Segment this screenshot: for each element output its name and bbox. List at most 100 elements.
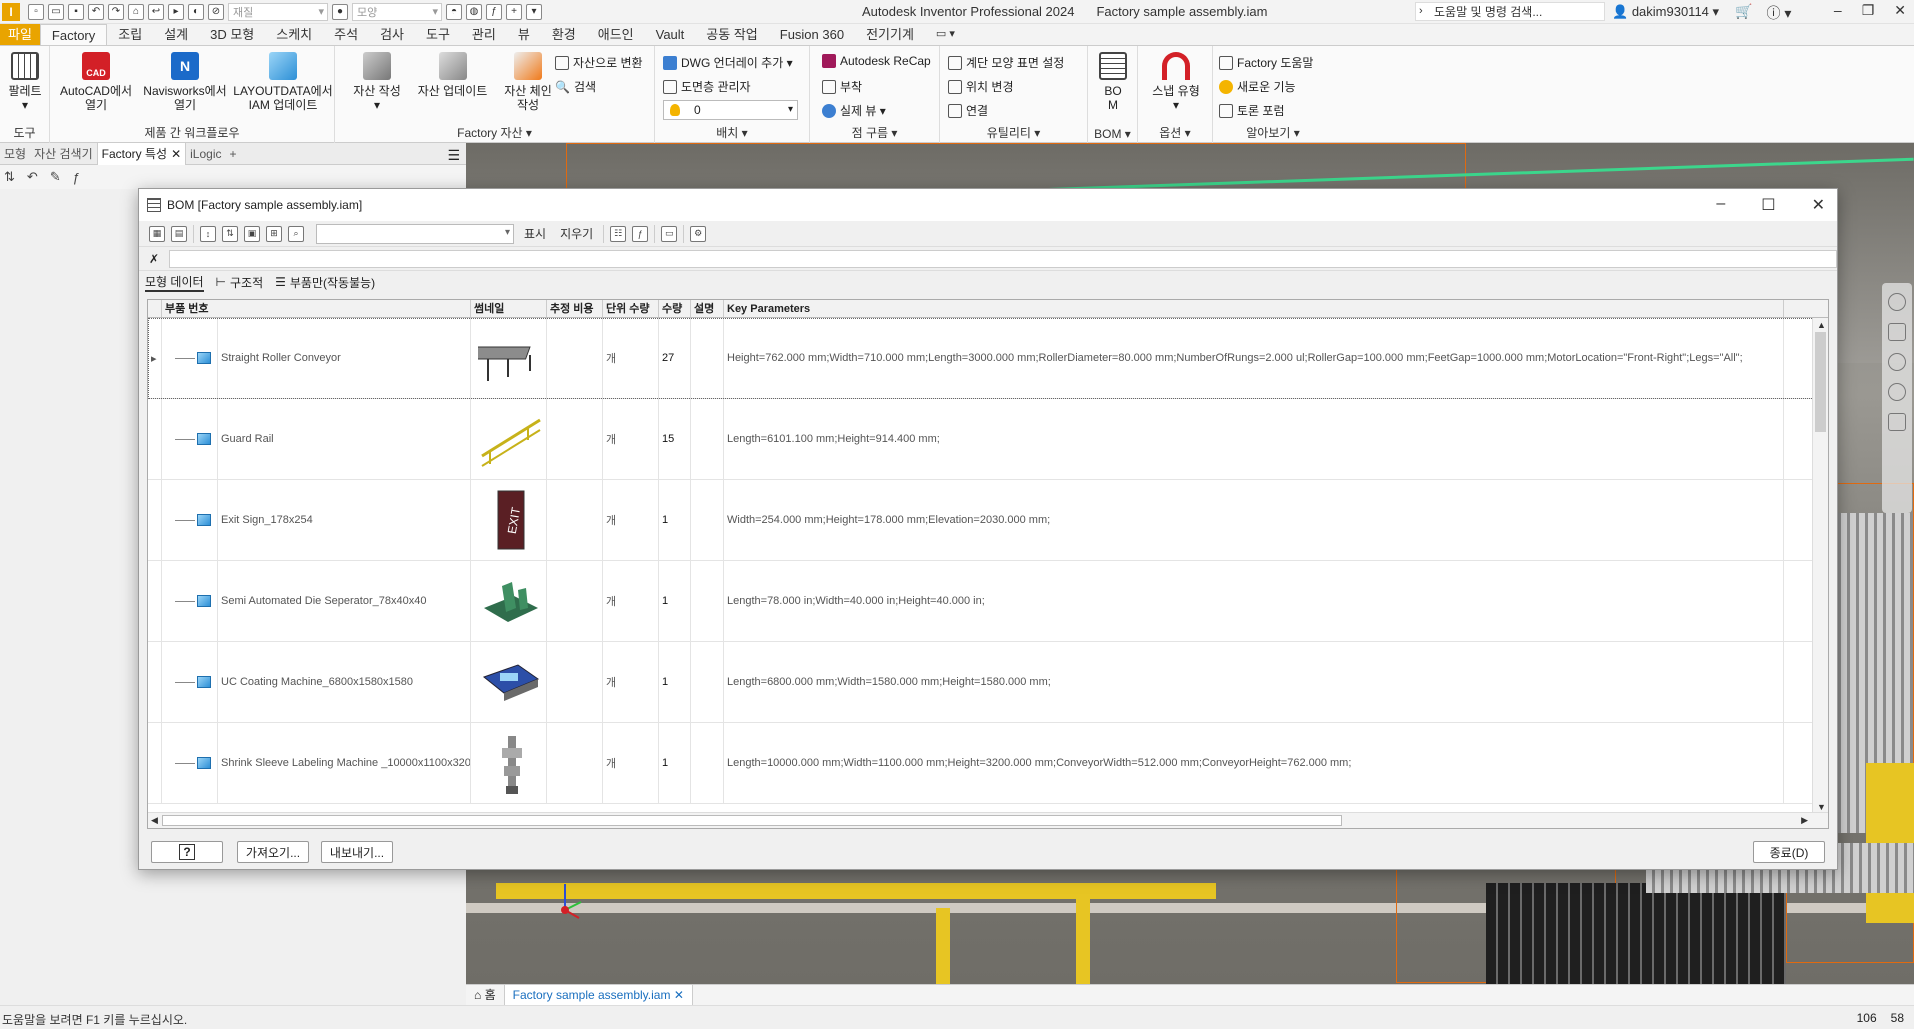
appearance-icon[interactable]: ◐ [188, 3, 204, 20]
browser-tab-ilogic[interactable]: iLogic [186, 143, 225, 165]
maximize-icon[interactable]: ☐ [1761, 195, 1775, 215]
description-cell[interactable] [691, 561, 724, 641]
key-parameters-cell[interactable]: Length=10000.000 mm;Width=1100.000 mm;He… [724, 723, 1784, 803]
pan-icon[interactable] [1888, 323, 1906, 341]
recap-button[interactable]: Autodesk ReCap [822, 54, 931, 68]
tree-node[interactable] [162, 480, 218, 560]
unit-qty-cell[interactable]: 개 [603, 561, 659, 641]
tab-15[interactable]: Fusion 360 [769, 24, 855, 45]
customize-icon[interactable]: ▾ [526, 3, 542, 20]
tab-11[interactable]: 환경 [541, 24, 587, 45]
add-icon[interactable]: + [506, 3, 522, 20]
key-parameters-cell[interactable]: Length=78.000 in;Width=40.000 in;Height=… [724, 561, 1784, 641]
clear-button[interactable]: 지우기 [560, 225, 593, 242]
dwg-underlay-button[interactable]: DWG 언더레이 추가 ▾ [663, 54, 793, 71]
view-filter-combo[interactable] [316, 223, 514, 244]
add-custom-icon[interactable]: ▣ [244, 225, 260, 242]
add-tab-icon[interactable]: + [226, 143, 241, 165]
settings-gear-icon[interactable]: ⚙ [690, 225, 707, 242]
part-number-icon[interactable]: ▤ [171, 225, 187, 242]
close-icon[interactable]: ✕ [171, 147, 181, 161]
row-selector[interactable] [148, 723, 162, 803]
stair-surface-button[interactable]: 계단 모양 표면 설정 [948, 54, 1064, 71]
sort-icon[interactable]: ↕ [200, 225, 216, 242]
scroll-down-icon[interactable]: ▼ [1817, 802, 1826, 812]
tab-13[interactable]: Vault [645, 24, 696, 45]
look-at-icon[interactable] [1888, 413, 1906, 431]
row-selector[interactable] [148, 399, 162, 479]
scroll-left-icon[interactable]: ◀ [151, 815, 158, 826]
material-combo[interactable]: 재질 ▾ [228, 2, 328, 21]
unit-qty-cell[interactable]: 개 [603, 642, 659, 722]
cart-icon[interactable]: 🛒 [1735, 3, 1752, 23]
orbit-icon[interactable] [1888, 383, 1906, 401]
tab-10[interactable]: 뷰 [507, 24, 541, 45]
unit-qty-cell[interactable]: 개 [603, 480, 659, 560]
tab-16[interactable]: 전기기계 [855, 24, 925, 45]
renumber-icon[interactable]: ⇅ [222, 225, 238, 242]
description-cell[interactable] [691, 399, 724, 479]
part-number-cell[interactable]: UC Coating Machine_6800x1580x1580 [218, 642, 471, 722]
document-tab[interactable]: Factory sample assembly.iam ✕ [503, 985, 693, 1005]
estimated-cost-cell[interactable] [547, 642, 603, 722]
return-icon[interactable]: ↩ [148, 3, 164, 20]
layoutdata-update-button[interactable]: LAYOUTDATA에서 IAM 업데이트 [233, 52, 333, 112]
vertical-scrollbar[interactable]: ▲ ▼ [1812, 318, 1828, 814]
tree-node[interactable] [162, 399, 218, 479]
help-icon[interactable]: ⓘ ▾ [1766, 3, 1791, 23]
view-options-icon[interactable]: ⊞ [266, 225, 282, 242]
close-icon[interactable]: ✕ [1894, 2, 1906, 19]
unit-qty-cell[interactable]: 개 [603, 318, 659, 398]
table-row[interactable]: UC Coating Machine_6800x1580x1580 개 1 Lengt… [148, 642, 1828, 723]
restore-icon[interactable]: ❐ [1862, 2, 1875, 19]
undo-icon[interactable]: ↶ [27, 169, 38, 185]
instance-properties-icon[interactable]: ▭ [661, 225, 678, 242]
header-estimated-cost[interactable]: 추정 비용 [547, 300, 603, 317]
tab-6[interactable]: 주석 [323, 24, 369, 45]
home-tab[interactable]: ⌂ 홈 [466, 985, 504, 1005]
formula-input[interactable] [169, 249, 1837, 268]
inventor-logo-icon[interactable]: I [2, 2, 20, 21]
clear-appearance-icon[interactable]: ◍ [466, 3, 482, 20]
horizontal-scrollbar[interactable]: ◀ ▶ [148, 812, 1828, 828]
estimated-cost-cell[interactable] [547, 561, 603, 641]
qty-cell[interactable]: 1 [659, 480, 691, 560]
tab-structured[interactable]: ⊢ 구조적 [216, 274, 264, 291]
tree-node[interactable] [162, 561, 218, 641]
save-icon[interactable]: ▪ [68, 3, 84, 20]
help-search-input[interactable]: › 도움말 및 명령 검색... [1415, 2, 1605, 21]
attach-button[interactable]: 부착 [822, 78, 862, 95]
part-number-cell[interactable]: Exit Sign_178x254 [218, 480, 471, 560]
show-button[interactable]: 표시 [524, 225, 546, 242]
description-cell[interactable] [691, 642, 724, 722]
header-unit-qty[interactable]: 단위 수량 [603, 300, 659, 317]
connect-button[interactable]: 연결 [948, 102, 988, 119]
close-dialog-button[interactable]: 종료(D) [1753, 841, 1825, 863]
part-number-cell[interactable]: Shrink Sleeve Labeling Machine _10000x11… [218, 723, 471, 803]
update-asset-button[interactable]: 자산 업데이트 [410, 52, 495, 98]
key-parameters-cell[interactable]: Width=254.000 mm;Height=178.000 mm;Eleva… [724, 480, 1784, 560]
estimated-cost-cell[interactable] [547, 723, 603, 803]
tab-5[interactable]: 스케치 [265, 24, 323, 45]
vertical-scroll-thumb[interactable] [1815, 332, 1826, 432]
palette-button[interactable]: 팔레트 ▾ [6, 52, 44, 112]
qty-cell[interactable]: 1 [659, 561, 691, 641]
qty-cell[interactable]: 1 [659, 723, 691, 803]
bom-dialog-titlebar[interactable]: BOM [Factory sample assembly.iam] – ☐ ✕ [139, 189, 1837, 221]
tab-14[interactable]: 공동 작업 [695, 24, 768, 45]
browser-tab-asset-browser[interactable]: 자산 검색기 [30, 143, 97, 165]
estimated-cost-cell[interactable] [547, 399, 603, 479]
export-button[interactable]: 내보내기... [321, 841, 393, 863]
asset-chain-button[interactable]: 자산 체인 작성 [493, 52, 563, 112]
header-key-parameters[interactable]: Key Parameters [724, 300, 1784, 317]
table-row[interactable]: Exit Sign_178x254 EXIT 개 1 Width=254.000 mm;… [148, 480, 1828, 561]
tab-model-data[interactable]: 모형 데이터 [145, 273, 204, 292]
part-number-cell[interactable]: Semi Automated Die Seperator_78x40x40 [218, 561, 471, 641]
scroll-up-icon[interactable]: ▲ [1817, 320, 1826, 330]
row-selector[interactable] [148, 561, 162, 641]
tree-node[interactable] [162, 318, 218, 398]
row-selector[interactable] [148, 480, 162, 560]
estimated-cost-cell[interactable] [547, 480, 603, 560]
tab-parts-only[interactable]: ☰ 부품만(작동불능) [275, 274, 375, 291]
navisworks-open-button[interactable]: N Navisworks에서 열기 [140, 52, 230, 112]
